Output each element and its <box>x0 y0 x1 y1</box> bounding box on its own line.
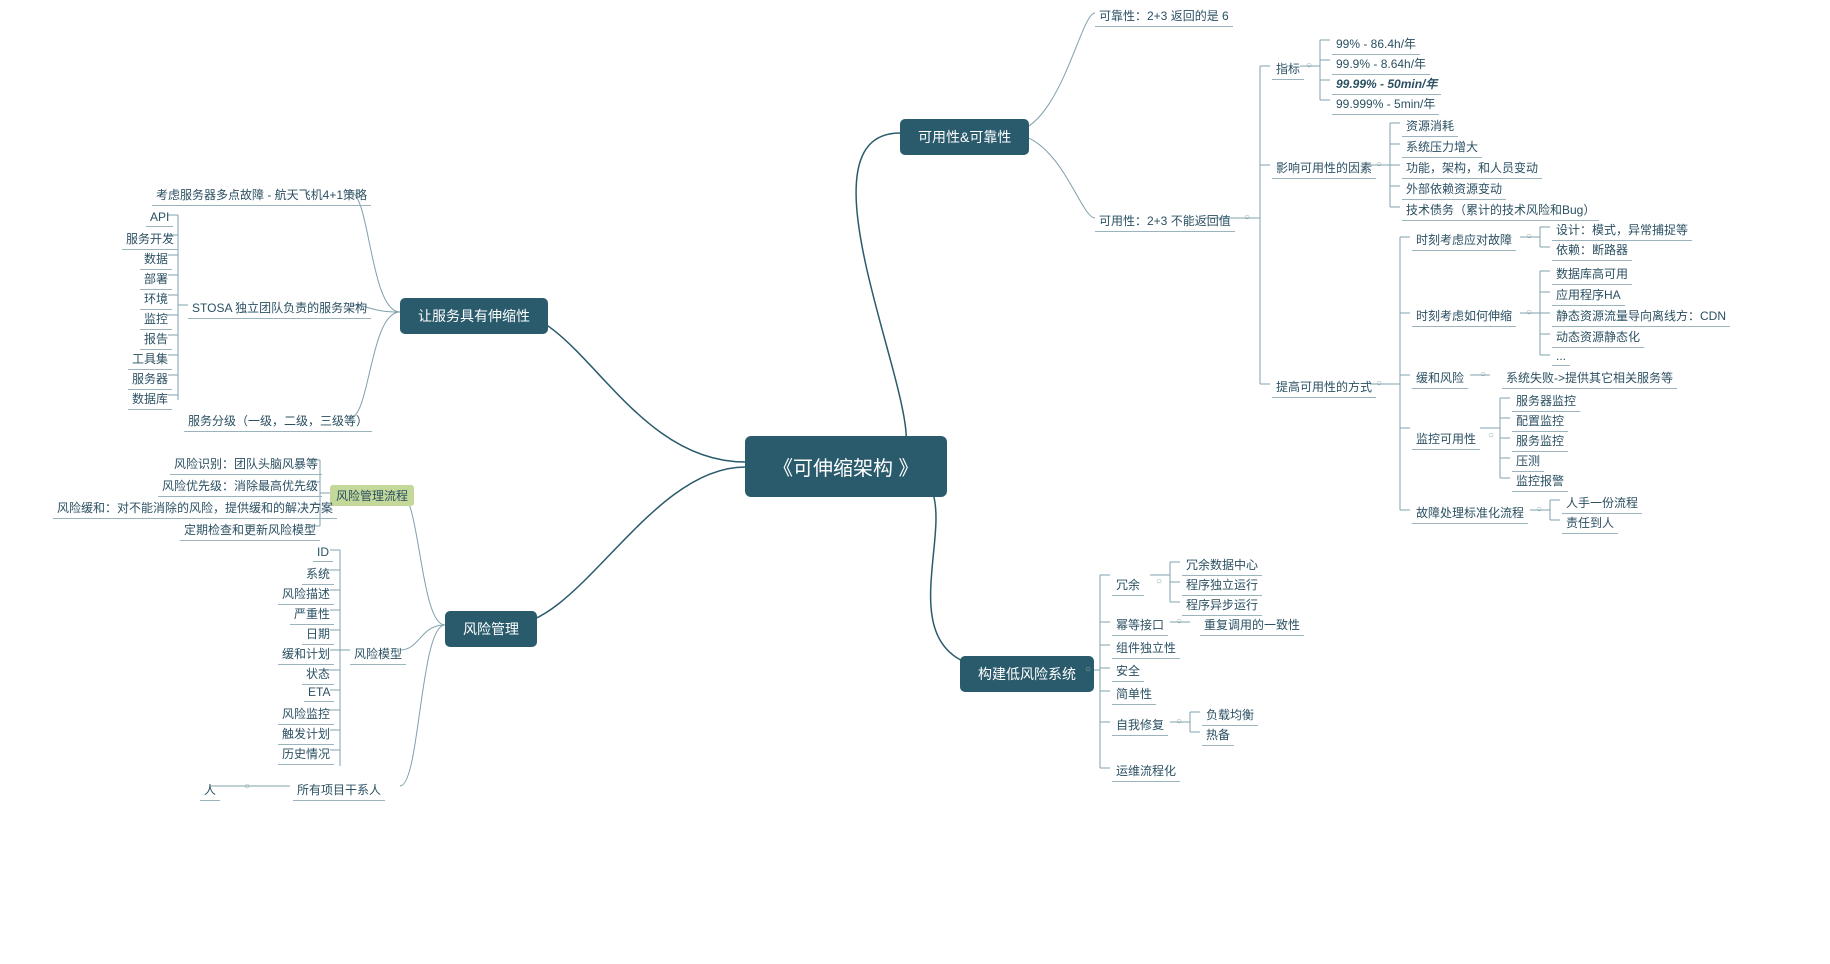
node-model-severity[interactable]: 严重性 <box>290 603 334 625</box>
node-model-desc[interactable]: 风险描述 <box>278 583 334 605</box>
node-factor-res[interactable]: 资源消耗 <box>1402 115 1458 137</box>
node-ops-process[interactable]: 运维流程化 <box>1112 760 1180 782</box>
node-simple[interactable]: 简单性 <box>1112 683 1156 705</box>
node-stosa-tools[interactable]: 工具集 <box>128 348 172 370</box>
mindmap-canvas: { "root": "《可伸缩架构 》", "left": { "scalabl… <box>0 0 1830 964</box>
node-scale-cdn[interactable]: 静态资源流量导向离线方：CDN <box>1552 305 1730 327</box>
node-fault-depend[interactable]: 依赖：断路器 <box>1552 239 1632 261</box>
fork-icon <box>1156 577 1162 587</box>
node-scale-more[interactable]: ... <box>1552 347 1570 366</box>
node-redundancy[interactable]: 冗余 <box>1112 574 1144 596</box>
node-stosa-api[interactable]: API <box>146 208 173 227</box>
node-red-dc[interactable]: 冗余数据中心 <box>1182 554 1262 576</box>
fork-icon <box>244 782 250 792</box>
node-risk-review[interactable]: 定期检查和更新风险模型 <box>180 519 320 541</box>
node-risk-priority[interactable]: 风险优先级：消除最高优先级 <box>158 475 322 497</box>
node-mitigate-risk[interactable]: 缓和风险 <box>1412 367 1468 389</box>
node-factor-debt[interactable]: 技术债务（累计的技术风险和Bug） <box>1402 199 1599 221</box>
node-stosa-db[interactable]: 数据库 <box>128 388 172 410</box>
node-idem-child[interactable]: 重复调用的一致性 <box>1200 614 1304 636</box>
node-risk-process[interactable]: 风险管理流程 <box>330 485 414 506</box>
node-monitor-avail[interactable]: 监控可用性 <box>1412 428 1480 450</box>
node-selfheal[interactable]: 自我修复 <box>1112 714 1168 736</box>
node-model-status[interactable]: 状态 <box>302 663 334 685</box>
node-reliability-def[interactable]: 可靠性：2+3 返回的是 6 <box>1095 5 1233 27</box>
node-mitigate-child[interactable]: 系统失败->提供其它相关服务等 <box>1502 367 1677 389</box>
node-stosa-deploy[interactable]: 部署 <box>140 268 172 290</box>
node-people[interactable]: 人 <box>200 779 220 801</box>
node-stakeholders[interactable]: 所有项目干系人 <box>293 779 385 801</box>
node-mon-server[interactable]: 服务器监控 <box>1512 390 1580 412</box>
node-ind-999[interactable]: 99.9% - 8.64h/年 <box>1332 53 1430 75</box>
node-model-date[interactable]: 日期 <box>302 623 334 645</box>
node-service-tier[interactable]: 服务分级（一级，二级，三级等） <box>184 410 372 432</box>
node-model-history[interactable]: 历史情况 <box>278 743 334 765</box>
node-improve[interactable]: 提高可用性的方式 <box>1272 376 1376 398</box>
branch-scalable-services[interactable]: 让服务具有伸缩性 <box>400 298 548 334</box>
node-stosa-data[interactable]: 数据 <box>140 248 172 270</box>
node-ind-99[interactable]: 99% - 86.4h/年 <box>1332 33 1420 55</box>
branch-low-risk[interactable]: 构建低风险系统 <box>960 656 1094 692</box>
node-safety[interactable]: 安全 <box>1112 660 1144 682</box>
node-model-id[interactable]: ID <box>313 543 333 562</box>
node-sop[interactable]: 故障处理标准化流程 <box>1412 502 1528 524</box>
node-sop-owner[interactable]: 责任到人 <box>1562 512 1618 534</box>
node-stosa[interactable]: STOSA 独立团队负责的服务架构 <box>188 297 371 319</box>
node-scale-dbha[interactable]: 数据库高可用 <box>1552 263 1632 285</box>
node-fault-design[interactable]: 设计：模式，异常捕捉等 <box>1552 219 1692 241</box>
node-multi-fault[interactable]: 考虑服务器多点故障 - 航天飞机4+1策略 <box>152 184 371 206</box>
node-scale-appha[interactable]: 应用程序HA <box>1552 284 1625 306</box>
node-red-async[interactable]: 程序异步运行 <box>1182 594 1262 616</box>
fork-icon <box>1376 160 1382 170</box>
node-self-hot[interactable]: 热备 <box>1202 724 1234 746</box>
node-self-lb[interactable]: 负载均衡 <box>1202 704 1258 726</box>
fork-icon <box>1306 61 1312 71</box>
node-fault-think[interactable]: 时刻考虑应对故障 <box>1412 229 1516 251</box>
fork-icon <box>1488 431 1494 441</box>
node-stosa-env[interactable]: 环境 <box>140 288 172 310</box>
node-scale-think[interactable]: 时刻考虑如何伸缩 <box>1412 305 1516 327</box>
node-red-indep[interactable]: 程序独立运行 <box>1182 574 1262 596</box>
node-mon-service[interactable]: 服务监控 <box>1512 430 1568 452</box>
fork-icon <box>1536 505 1542 515</box>
fork-icon <box>1526 232 1532 242</box>
node-stosa-monitor[interactable]: 监控 <box>140 308 172 330</box>
node-model-trigger[interactable]: 触发计划 <box>278 723 334 745</box>
node-risk-identify[interactable]: 风险识别：团队头脑风暴等 <box>170 453 322 475</box>
node-model-mitplan[interactable]: 缓和计划 <box>278 643 334 665</box>
node-risk-mitigate[interactable]: 风险缓和：对不能消除的风险，提供缓和的解决方案 <box>53 497 337 519</box>
node-stosa-dev[interactable]: 服务开发 <box>122 228 178 250</box>
node-risk-model[interactable]: 风险模型 <box>350 643 406 665</box>
branch-availability[interactable]: 可用性&可靠性 <box>900 119 1029 155</box>
node-model-eta[interactable]: ETA <box>304 683 334 702</box>
node-ind-99999[interactable]: 99.999% - 5min/年 <box>1332 93 1439 115</box>
node-component-indep[interactable]: 组件独立性 <box>1112 637 1180 659</box>
node-stosa-report[interactable]: 报告 <box>140 328 172 350</box>
node-model-riskmon[interactable]: 风险监控 <box>278 703 334 725</box>
node-stosa-server[interactable]: 服务器 <box>128 368 172 390</box>
fork-icon <box>1376 379 1382 389</box>
fork-icon <box>1176 717 1182 727</box>
root-node[interactable]: 《可伸缩架构 》 <box>745 436 947 497</box>
node-mon-stress[interactable]: 压测 <box>1512 450 1544 472</box>
node-mon-config[interactable]: 配置监控 <box>1512 410 1568 432</box>
node-availability-def[interactable]: 可用性：2+3 不能返回值 <box>1095 210 1235 232</box>
node-factors[interactable]: 影响可用性的因素 <box>1272 157 1376 179</box>
node-factor-press[interactable]: 系统压力增大 <box>1402 136 1482 158</box>
fork-icon <box>1176 617 1182 627</box>
node-ind-9999[interactable]: 99.99% - 50min/年 <box>1332 73 1441 95</box>
node-factor-change[interactable]: 功能，架构，和人员变动 <box>1402 157 1542 179</box>
branch-risk-mgmt[interactable]: 风险管理 <box>445 611 537 647</box>
node-factor-ext[interactable]: 外部依赖资源变动 <box>1402 178 1506 200</box>
node-mon-alert[interactable]: 监控报警 <box>1512 470 1568 492</box>
fork-icon <box>1526 308 1532 318</box>
fork-icon <box>1244 213 1250 223</box>
node-sop-doc[interactable]: 人手一份流程 <box>1562 492 1642 514</box>
node-model-system[interactable]: 系统 <box>302 563 334 585</box>
node-scale-static[interactable]: 动态资源静态化 <box>1552 326 1644 348</box>
node-idempotent[interactable]: 幂等接口 <box>1112 614 1168 636</box>
node-indicator[interactable]: 指标 <box>1272 58 1304 80</box>
fork-icon <box>1480 370 1486 380</box>
fork-icon <box>1085 665 1091 675</box>
